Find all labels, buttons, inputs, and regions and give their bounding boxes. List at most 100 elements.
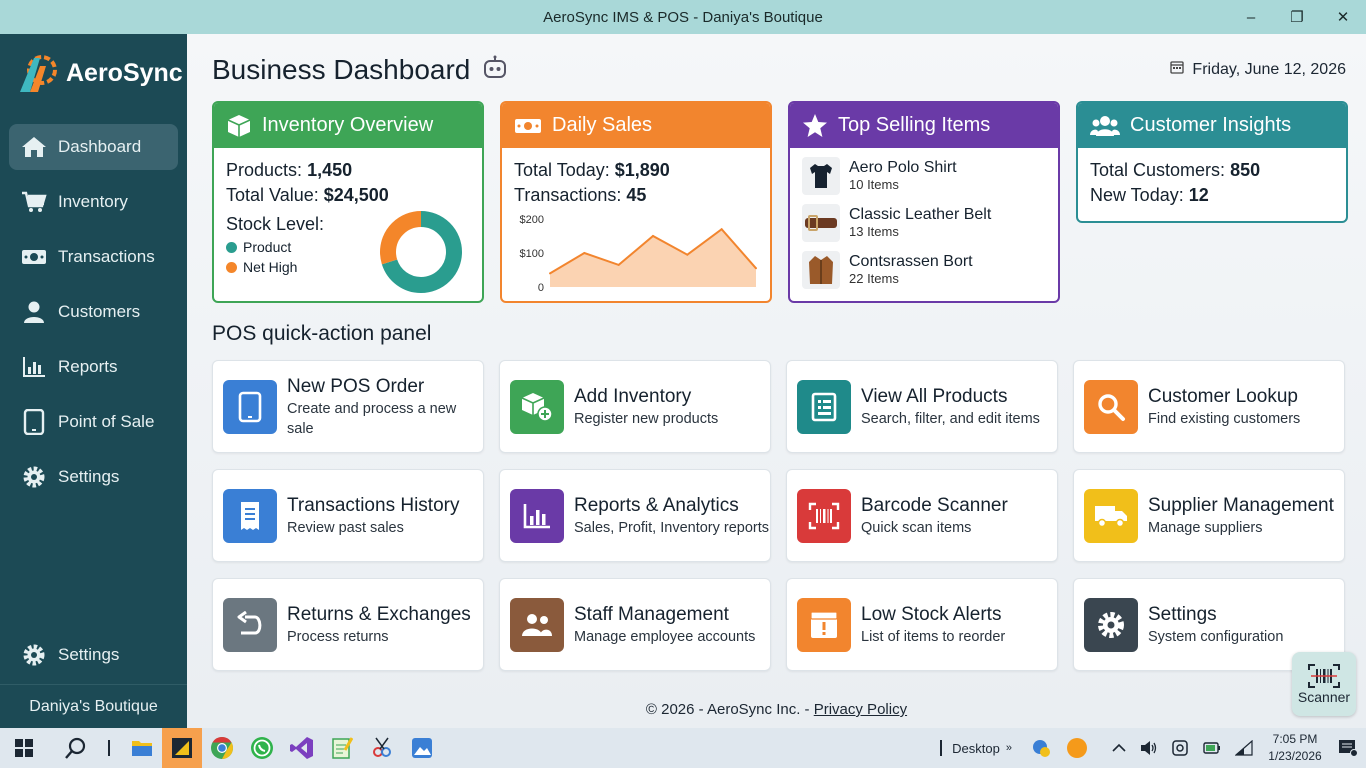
- new-today-value: 12: [1188, 185, 1209, 205]
- clock-time: 7:05 PM: [1272, 732, 1318, 746]
- total-value-label: Total Value:: [226, 185, 319, 205]
- view-all-products-button[interactable]: View All Products Search, filter, and edi…: [786, 360, 1058, 453]
- top-item[interactable]: Contsrassen Bort 22 Items: [800, 246, 1048, 293]
- taskbar-sticky-notes[interactable]: [162, 728, 202, 768]
- action-title: Returns & Exchanges: [287, 603, 471, 625]
- barcode-scanner-button[interactable]: Barcode Scanner Quick scan items: [786, 469, 1058, 562]
- daily-sales-card[interactable]: Daily Sales Total Today: $1,890 Transact…: [500, 101, 772, 303]
- weather-icon: [1033, 740, 1050, 757]
- action-desc: Review past sales: [287, 519, 404, 536]
- orange-circle-icon: [1067, 738, 1087, 758]
- supplier-management-button[interactable]: Supplier Management Manage suppliers: [1073, 469, 1345, 562]
- transactions-history-button[interactable]: Transactions History Review past sales: [212, 469, 484, 562]
- cart-icon: [21, 189, 47, 215]
- sidebar-item-point-of-sale[interactable]: Point of Sale: [9, 399, 178, 445]
- tablet-icon: [21, 409, 47, 435]
- sidebar-bottom-settings[interactable]: Settings: [9, 632, 178, 678]
- quick-action-panel-title: POS quick-action panel: [212, 322, 432, 345]
- reports-analytics-button[interactable]: Reports & Analytics Sales, Profit, Invent…: [499, 469, 771, 562]
- jacket-icon: [802, 250, 840, 289]
- top-item[interactable]: Aero Polo Shirt 10 Items: [800, 152, 1048, 199]
- card-header: Inventory Overview: [214, 103, 482, 148]
- close-button[interactable]: ✕: [1320, 0, 1366, 34]
- page-title: Business Dashboard: [212, 54, 508, 86]
- customer-lookup-button[interactable]: Customer Lookup Find existing customers: [1073, 360, 1345, 453]
- toolbar-chevron-icon[interactable]: »: [1006, 742, 1012, 754]
- receipt-icon: [223, 488, 277, 543]
- sidebar-item-label: Inventory: [58, 192, 128, 211]
- wifi-icon: [1235, 740, 1253, 756]
- action-desc: Search, filter, and edit items: [861, 410, 1040, 427]
- minimize-button[interactable]: –: [1228, 0, 1274, 34]
- bar-chart-icon: [21, 354, 47, 380]
- privacy-policy-link[interactable]: Privacy Policy: [814, 701, 907, 718]
- tray-volume[interactable]: [1134, 728, 1164, 768]
- app-logo[interactable]: AeroSync: [16, 52, 183, 94]
- top-selling-items-card[interactable]: Top Selling Items Aero Polo Shirt 10 Ite…: [788, 101, 1060, 303]
- belt-icon: [802, 203, 840, 242]
- action-desc: Quick scan items: [861, 519, 972, 536]
- tray-wifi[interactable]: [1228, 728, 1260, 768]
- taskbar-chrome[interactable]: [202, 728, 242, 768]
- sidebar-item-settings[interactable]: Settings: [9, 454, 178, 500]
- money-icon: [514, 116, 542, 136]
- gear-icon: [1084, 597, 1138, 652]
- bar-chart-icon: [510, 488, 564, 543]
- action-title: New POS Order: [287, 375, 425, 397]
- sidebar-item-dashboard[interactable]: Dashboard: [9, 124, 178, 170]
- window-controls: – ❐ ✕: [1228, 0, 1366, 34]
- sidebar-item-label: Settings: [58, 645, 120, 664]
- taskbar-whatsapp[interactable]: [242, 728, 282, 768]
- desktop-toolbar[interactable]: Desktop: [952, 741, 1000, 756]
- low-stock-alerts-button[interactable]: Low Stock Alerts List of items to reorder: [786, 578, 1058, 671]
- sidebar-item-reports[interactable]: Reports: [9, 344, 178, 390]
- item-name: Aero Polo Shirt: [849, 159, 957, 176]
- sidebar-item-inventory[interactable]: Inventory: [9, 179, 178, 225]
- sidebar-item-customers[interactable]: Customers: [9, 289, 178, 335]
- stock-level-label: Stock Level:: [226, 214, 325, 234]
- tablet-icon: [223, 379, 277, 434]
- tray-weather[interactable]: [1026, 728, 1060, 768]
- new-pos-order-button[interactable]: New POS Order Create and process a new sa…: [212, 360, 484, 453]
- card-header: Customer Insights: [1078, 103, 1346, 148]
- top-item[interactable]: Classic Leather Belt 13 Items: [800, 199, 1048, 246]
- sidebar-item-label: Dashboard: [58, 137, 142, 156]
- store-name[interactable]: Daniya's Boutique: [0, 684, 187, 728]
- sales-point: [652, 235, 654, 237]
- sidebar-item-transactions[interactable]: Transactions: [9, 234, 178, 280]
- staff-management-button[interactable]: Staff Management Manage employee accounts: [499, 578, 771, 671]
- action-desc: Manage suppliers: [1148, 519, 1263, 536]
- action-title: Settings: [1148, 603, 1217, 625]
- tray-app-2[interactable]: [1164, 728, 1196, 768]
- maximize-button[interactable]: ❐: [1274, 0, 1320, 34]
- returns-exchanges-button[interactable]: Returns & Exchanges Process returns: [212, 578, 484, 671]
- taskbar-photos[interactable]: [402, 728, 442, 768]
- sales-point: [686, 253, 689, 256]
- tray-battery[interactable]: [1196, 728, 1228, 768]
- add-inventory-button[interactable]: Add Inventory Register new products: [499, 360, 771, 453]
- taskbar-visual-studio[interactable]: [282, 728, 322, 768]
- tray-app[interactable]: [1060, 728, 1094, 768]
- taskbar-file-explorer[interactable]: [122, 728, 162, 768]
- tray-overflow[interactable]: [1104, 728, 1134, 768]
- robot-icon[interactable]: [482, 54, 508, 86]
- notepad-icon: [332, 737, 353, 759]
- taskbar-divider: [940, 740, 943, 756]
- notification-center-button[interactable]: [1330, 728, 1366, 768]
- taskbar-snipping-tool[interactable]: [362, 728, 402, 768]
- inventory-overview-card[interactable]: Inventory Overview Products: 1,450 Total…: [212, 101, 484, 303]
- action-title: Staff Management: [574, 603, 729, 625]
- copyright-text: © 2026 - AeroSync Inc. -: [645, 701, 810, 718]
- sales-point: [720, 228, 723, 231]
- taskbar-notepad[interactable]: [322, 728, 362, 768]
- customer-insights-card[interactable]: Customer Insights Total Customers: 850 N…: [1076, 101, 1348, 223]
- action-title: Barcode Scanner: [861, 494, 1008, 516]
- scanner-floating-button[interactable]: Scanner: [1292, 652, 1356, 716]
- taskbar-clock[interactable]: 7:05 PM 1/23/2026: [1260, 731, 1330, 765]
- item-count: 10 Items: [849, 177, 899, 192]
- notification-icon: [1339, 740, 1358, 757]
- taskbar: Desktop » 7:05 PM 1/23/2026: [0, 728, 1366, 768]
- taskbar-search-button[interactable]: [56, 728, 96, 768]
- sidebar-item-label: Point of Sale: [58, 412, 155, 431]
- start-button[interactable]: [4, 728, 44, 768]
